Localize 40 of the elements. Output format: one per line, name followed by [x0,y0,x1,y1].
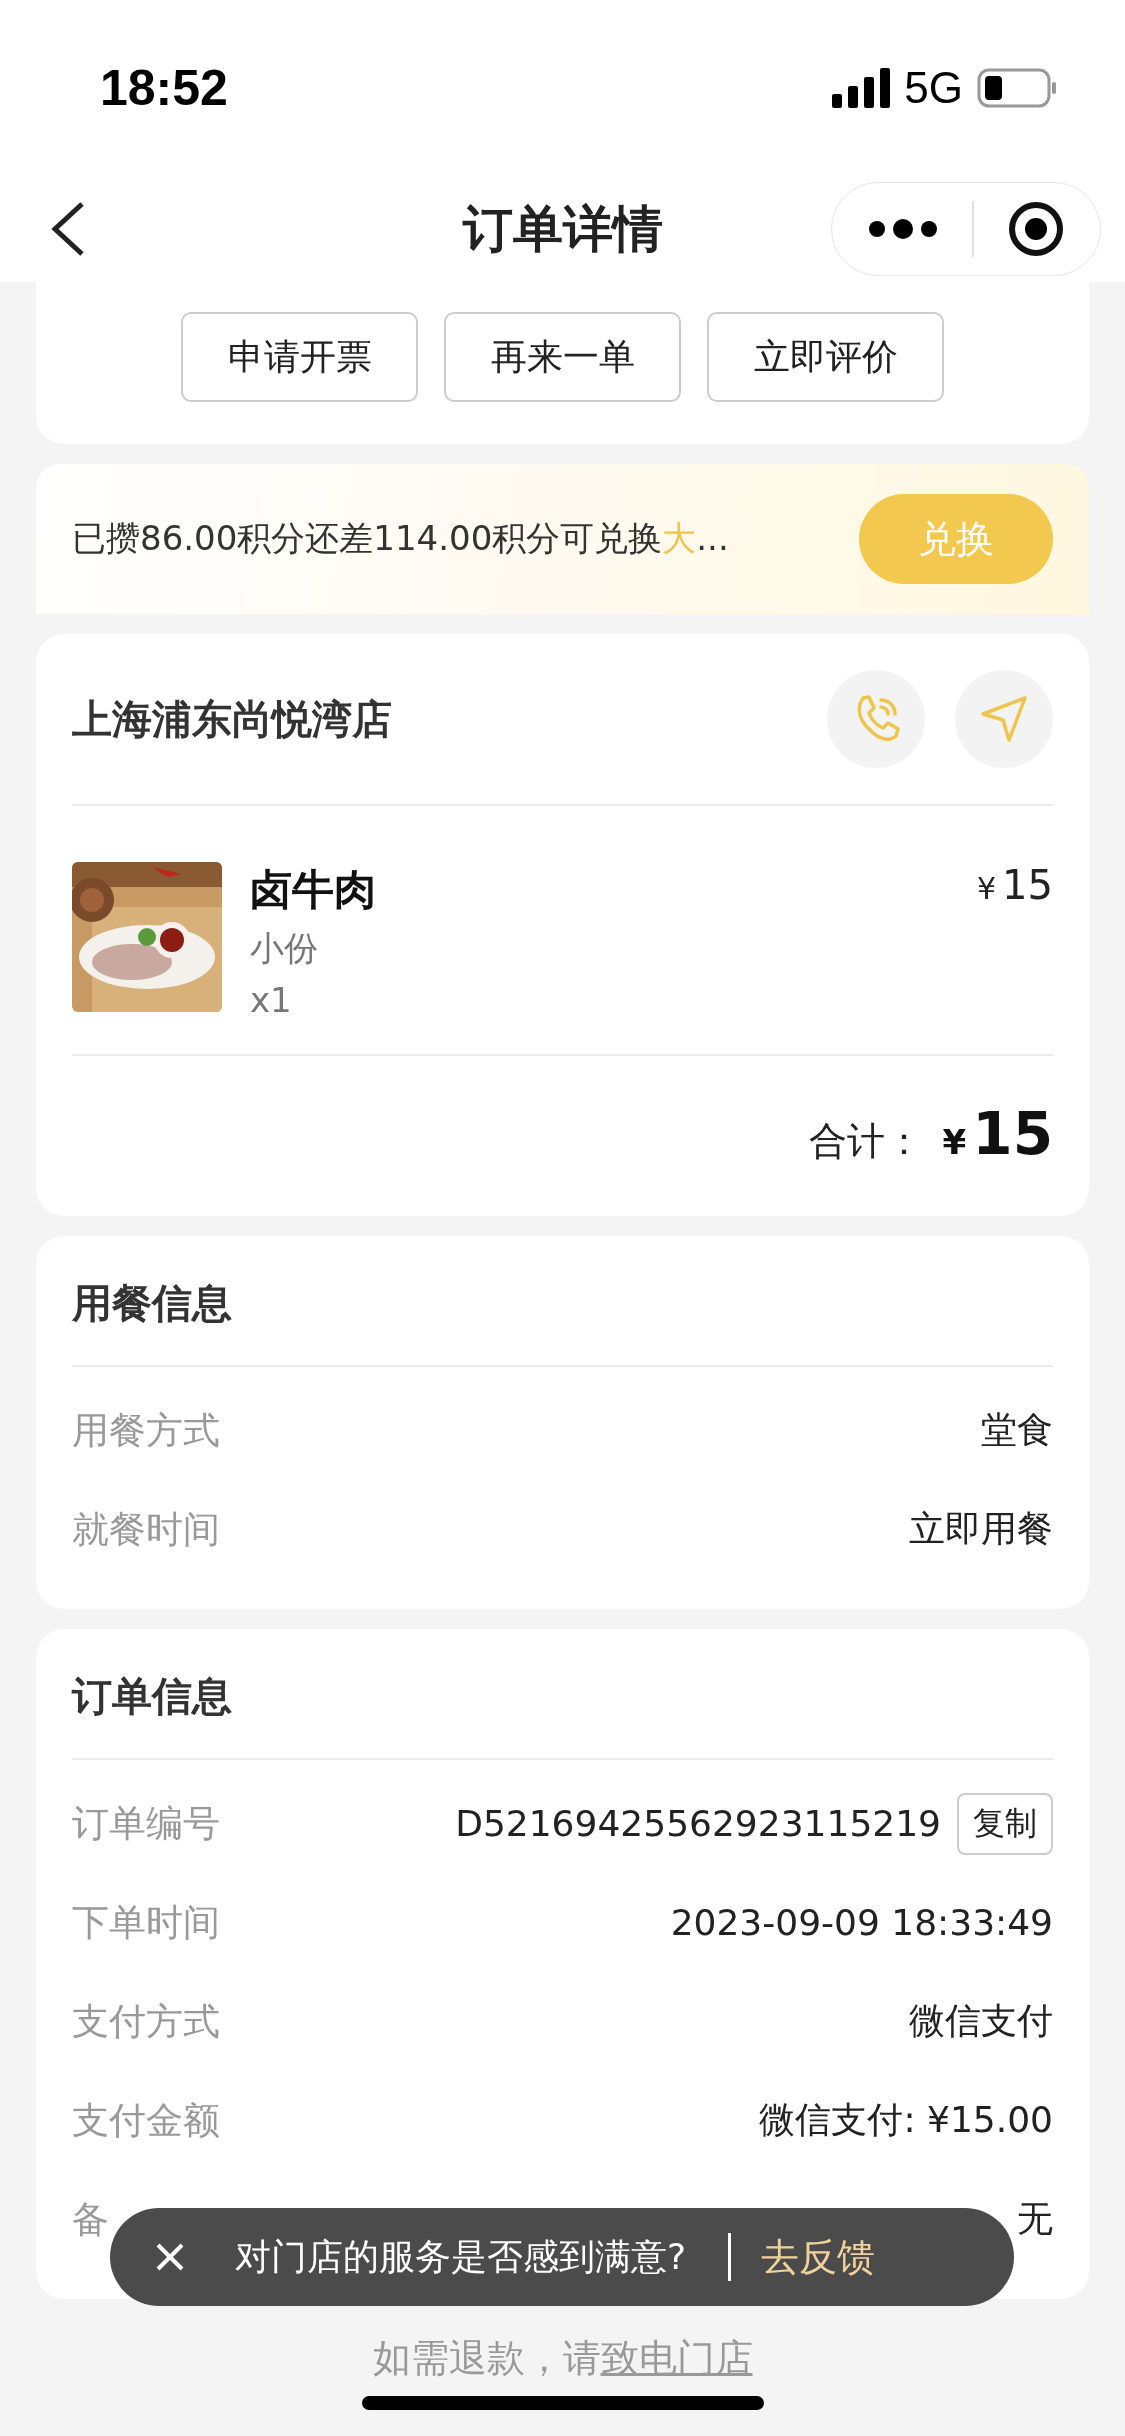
more-icon[interactable] [868,217,938,241]
info-label: 下单时间 [72,1899,220,1946]
status-time: 18:52 [100,59,228,117]
info-value: 2023-09-09 18:33:49 [670,1902,1053,1943]
info-label: 支付金额 [72,2097,220,2144]
info-value: 立即用餐 [909,1507,1053,1551]
action-button[interactable]: 申请开票 [181,312,418,402]
section-title: 订单信息 [72,1672,233,1721]
item-name: 卤牛肉 [250,864,377,916]
item-price: ¥15 [977,862,1053,908]
points-text: 已攒86.00积分还差114.00积分可兑换大... [72,517,729,560]
copy-button[interactable]: 复制 [957,1792,1053,1855]
store-name: 上海浦东尚悦湾店 [72,694,393,744]
refund-hint: 如需退款，请 [372,2335,601,2382]
info-value: 堂食 [981,1408,1053,1452]
item-size: 小份 [250,927,319,970]
action-button[interactable]: 立即评价 [707,312,944,402]
section-title: 用餐信息 [72,1279,233,1328]
info-label: 备 [72,2196,109,2243]
action-button[interactable]: 再来一单 [444,312,681,402]
info-value: 微信支付 [909,1999,1053,2043]
signal-icon [832,68,891,108]
close-target-icon[interactable] [1008,201,1064,257]
feedback-question: 对门店的服务是否感到满意? [235,2234,687,2279]
info-label: 用餐方式 [72,1407,220,1454]
info-value: 无 [1017,2197,1053,2241]
info-label: 就餐时间 [72,1506,220,1553]
info-value: D52169425562923115219 [455,1803,941,1844]
info-value: 微信支付: ¥15.00 [759,2098,1053,2142]
info-label: 订单编号 [72,1800,220,1847]
info-label: 支付方式 [72,1998,220,2045]
total-label: 合计： [808,1118,923,1165]
network-label: 5G [904,63,963,113]
feedback-link[interactable]: 去反馈 [761,2231,876,2283]
close-icon[interactable] [155,2242,185,2272]
back-icon[interactable] [50,201,86,257]
item-quantity: x1 [250,980,293,1020]
total-amount: ¥15 [942,1100,1053,1168]
page-title: 订单详情 [462,198,663,260]
battery-icon [977,68,1057,108]
